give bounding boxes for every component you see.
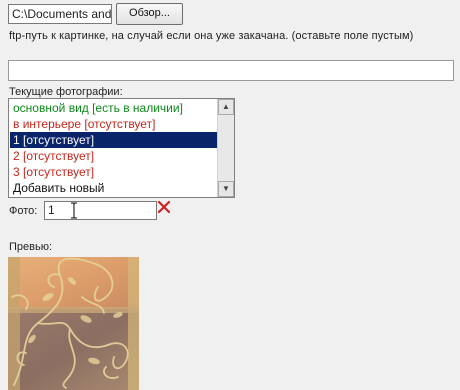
listbox-scrollbar[interactable]: ▲ ▼ (217, 99, 234, 197)
foto-label: Фото: (9, 205, 38, 217)
listbox-options: основной вид [есть в наличии] в интерьер… (10, 100, 219, 196)
ftp-path-label: ftp-путь к картинке, на случай если она … (9, 30, 414, 42)
listbox-option[interactable]: 3 [отсутствует] (10, 164, 219, 180)
listbox-option[interactable]: Добавить новый (10, 180, 219, 196)
current-photos-listbox[interactable]: основной вид [есть в наличии] в интерьер… (8, 98, 235, 198)
ftp-path-input[interactable] (8, 60, 454, 81)
browse-button[interactable]: Обзор... (116, 3, 183, 25)
listbox-option[interactable]: основной вид [есть в наличии] (10, 100, 219, 116)
listbox-option[interactable]: в интерьере [отсутствует] (10, 116, 219, 132)
text-cursor-icon (71, 202, 77, 219)
delete-x-icon[interactable] (157, 200, 171, 214)
listbox-option[interactable]: 1 [отсутствует] (10, 132, 219, 148)
listbox-option[interactable]: 2 [отсутствует] (10, 148, 219, 164)
current-photos-label: Текущие фотографии: (9, 86, 123, 98)
preview-image (8, 257, 139, 390)
scroll-up-arrow-icon[interactable]: ▲ (218, 99, 234, 115)
foto-input[interactable]: 1 (44, 201, 157, 220)
preview-label: Превью: (9, 241, 53, 253)
file-path-input[interactable]: C:\Documents and (8, 4, 112, 24)
scroll-down-arrow-icon[interactable]: ▼ (218, 181, 234, 197)
